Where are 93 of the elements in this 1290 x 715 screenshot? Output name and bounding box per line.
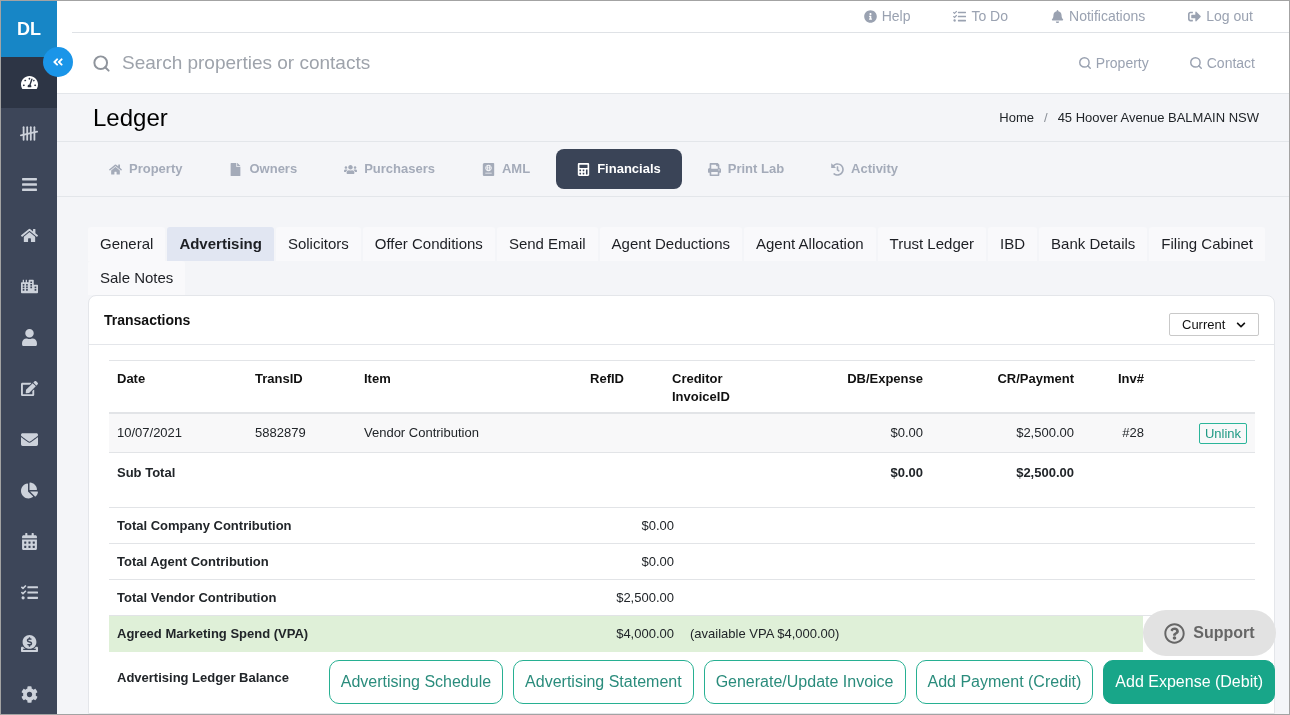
table-cell: 5882879 <box>255 425 306 441</box>
action-button[interactable]: Generate/Update Invoice <box>703 660 906 704</box>
printer-icon <box>707 162 721 176</box>
summary-label: Total Vendor Contribution <box>117 589 277 605</box>
column-header: RefID <box>590 371 624 386</box>
info-icon <box>863 10 877 23</box>
summary-label: Total Company Contribution <box>117 517 292 533</box>
table-cell: $2,500.00 <box>1016 425 1074 441</box>
sub-tab[interactable]: Filing Cabinet <box>1149 227 1266 261</box>
summary-value: $2,500.00 <box>616 589 674 605</box>
support-button[interactable]: Support <box>1143 610 1276 656</box>
section-tab[interactable]: Print Lab <box>686 149 806 189</box>
search-icon <box>1188 56 1203 70</box>
top-nav-link[interactable]: Notifications <box>1051 6 1146 27</box>
column-header: TransID <box>255 371 303 386</box>
table-cell: $0.00 <box>890 465 923 480</box>
tally-marks-icon <box>20 126 38 141</box>
column-header: CR/Payment <box>997 371 1074 386</box>
sub-tab[interactable]: Offer Conditions <box>362 227 495 261</box>
column-header: Date <box>117 371 146 386</box>
table-cell: $0.00 <box>890 425 923 441</box>
home-icon <box>20 227 38 244</box>
sub-tab[interactable]: Agent Allocation <box>744 227 876 261</box>
checklist-icon <box>20 584 38 601</box>
table-cell: #28 <box>1122 425 1144 441</box>
period-select[interactable]: Current <box>1169 313 1259 336</box>
table-cell: Vendor Contribution <box>364 425 479 441</box>
page-title: Ledger <box>93 102 168 133</box>
search-icon <box>92 53 111 73</box>
initials-tile: DL <box>1 1 57 57</box>
breadcrumb-current: 45 Hoover Avenue BALMAIN NSW <box>1057 108 1259 127</box>
user-icon <box>20 329 38 346</box>
section-tab[interactable]: Financials <box>556 149 682 189</box>
pie-chart-icon <box>20 482 38 499</box>
chevron-down-icon <box>1236 319 1246 330</box>
sidebar-nav-button[interactable] <box>1 57 57 108</box>
search-field[interactable]: Search properties or contacts <box>122 48 1078 78</box>
summary-label: Total Agent Contribution <box>117 553 269 569</box>
double-chevron-left-icon <box>52 56 64 68</box>
calendar-icon <box>20 533 38 550</box>
summary-label: Agreed Marketing Spend (VPA) <box>117 626 309 642</box>
action-button[interactable]: Advertising Schedule <box>328 660 504 704</box>
card-title: Transactions <box>104 311 191 330</box>
sub-tab[interactable]: Trust Ledger <box>877 227 987 261</box>
sub-tab[interactable]: Send Email <box>496 227 598 261</box>
subtotal-label: Sub Total <box>117 465 176 480</box>
sub-tab[interactable]: Sale Notes <box>88 261 186 295</box>
column-header: Creditor InvoiceID <box>672 371 730 404</box>
help-question-icon <box>1164 622 1186 644</box>
summary-value: $0.00 <box>641 553 674 569</box>
envelope-icon <box>20 431 38 448</box>
sub-tab[interactable]: Solicitors <box>275 227 361 261</box>
logout-icon <box>1188 10 1202 23</box>
search-scope-link[interactable]: Contact <box>1188 52 1255 74</box>
sub-tab[interactable]: Advertising <box>167 227 274 261</box>
search-scope-link[interactable]: Property <box>1077 52 1149 74</box>
column-header: DB/Expense <box>847 371 923 386</box>
action-button[interactable]: Add Expense (Debit) <box>1103 660 1275 704</box>
sub-tab[interactable]: Agent Deductions <box>599 227 742 261</box>
unlink-button[interactable]: Unlink <box>1198 422 1247 444</box>
balance-label: Advertising Ledger Balance <box>117 670 289 685</box>
sub-tab[interactable]: General <box>88 227 166 261</box>
summary-note: (available VPA $4,000.00) <box>689 625 840 644</box>
top-nav-link[interactable]: Log out <box>1188 6 1253 27</box>
calculator-icon <box>577 162 591 176</box>
buildings-icon <box>20 278 38 295</box>
search-icon <box>1077 56 1092 70</box>
table-cell: 10/07/2021 <box>117 425 183 441</box>
column-header: Item <box>364 371 391 386</box>
sub-tab[interactable]: IBD <box>988 227 1038 261</box>
passport-icon <box>482 162 495 176</box>
summary-value: $0.00 <box>641 517 674 533</box>
sub-tab[interactable]: Bank Details <box>1039 227 1148 261</box>
action-button[interactable]: Add Payment (Credit) <box>915 660 1094 704</box>
menu-icon <box>20 176 38 193</box>
action-button[interactable]: Advertising Statement <box>513 660 694 704</box>
column-header: Inv# <box>1118 371 1144 386</box>
dollar-coin-icon <box>20 635 38 652</box>
top-nav-link[interactable]: To Do <box>953 6 1008 27</box>
table-cell: $2,500.00 <box>1016 465 1074 480</box>
history-icon <box>831 162 845 176</box>
settings-icon <box>20 686 38 703</box>
file-icon <box>229 162 243 176</box>
top-nav-link[interactable]: Help <box>863 6 911 27</box>
users-icon <box>344 162 358 176</box>
checklist-icon <box>953 10 967 23</box>
home-icon <box>109 162 122 176</box>
bell-icon <box>1051 10 1064 23</box>
edit-icon <box>20 380 38 397</box>
gauge-icon <box>20 74 38 91</box>
breadcrumb-link[interactable]: Home <box>999 107 1034 128</box>
breadcrumb-separator: / <box>1044 108 1048 127</box>
summary-value: $4,000.00 <box>616 626 674 642</box>
